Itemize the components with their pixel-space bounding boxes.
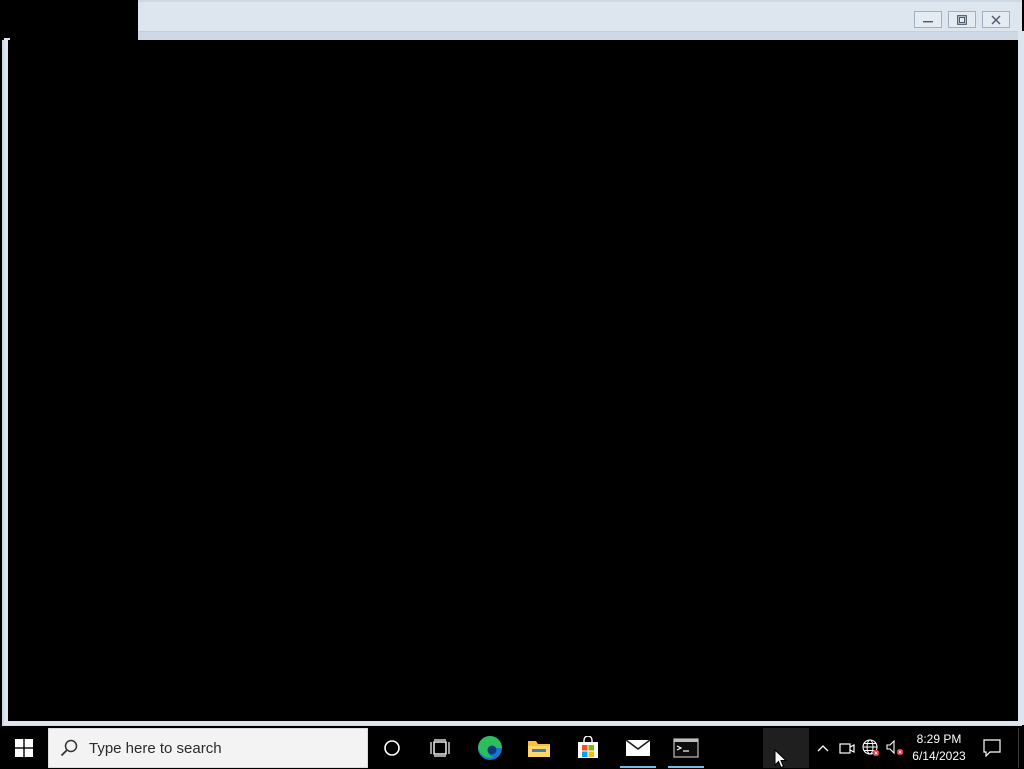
clock-date: 6/14/2023 [912, 749, 966, 763]
windows-logo-icon [15, 739, 33, 757]
window-border-right [1018, 31, 1024, 724]
folder-icon [528, 741, 550, 757]
tray-meet-now[interactable] [835, 728, 859, 768]
action-center-button[interactable] [972, 728, 1012, 768]
close-button[interactable] [982, 11, 1010, 28]
titlebar-mask [2, 0, 138, 40]
terminal-icon [673, 738, 699, 758]
mouse-cursor-icon [774, 749, 788, 769]
app-window[interactable] [2, 0, 1024, 726]
taskbar: Type here to search 8:29 PM 6/14/2023 [0, 728, 1024, 768]
edge-icon [478, 736, 502, 760]
camera-icon [839, 743, 855, 754]
taskbar-app-command-prompt[interactable] [664, 728, 708, 768]
taskbar-app-edge[interactable] [468, 728, 512, 768]
cortana-icon [384, 740, 400, 756]
taskbar-app-store[interactable] [566, 728, 610, 768]
minimize-button[interactable] [914, 11, 942, 28]
store-icon [578, 736, 598, 758]
maximize-button[interactable] [948, 11, 976, 28]
chevron-up-icon [817, 745, 829, 752]
taskbar-clock[interactable]: 8:29 PM 6/14/2023 [906, 728, 972, 768]
desktop [0, 0, 1024, 728]
mail-icon [625, 739, 651, 756]
show-desktop-button[interactable] [1018, 728, 1024, 768]
taskbar-app-mail[interactable] [616, 728, 660, 768]
search-icon [49, 728, 89, 768]
show-hidden-icons-button[interactable] [811, 728, 835, 768]
start-button[interactable] [0, 728, 48, 768]
window-content[interactable] [8, 40, 1018, 721]
task-view-icon [430, 739, 450, 757]
minimize-icon [923, 20, 933, 22]
maximize-icon [957, 14, 967, 25]
globe-icon [862, 739, 880, 757]
cortana-button[interactable] [370, 728, 414, 768]
search-box[interactable]: Type here to search [48, 728, 368, 768]
close-icon [991, 15, 1001, 24]
taskbar-app-file-explorer[interactable] [517, 728, 561, 768]
notification-icon [983, 739, 1001, 757]
window-titlebar[interactable] [136, 2, 1022, 32]
tray-network[interactable] [859, 728, 883, 768]
speaker-muted-icon [886, 740, 904, 756]
task-view-button[interactable] [418, 728, 462, 768]
tray-volume[interactable] [883, 728, 907, 768]
clock-time: 8:29 PM [916, 732, 962, 746]
search-placeholder: Type here to search [89, 739, 222, 757]
